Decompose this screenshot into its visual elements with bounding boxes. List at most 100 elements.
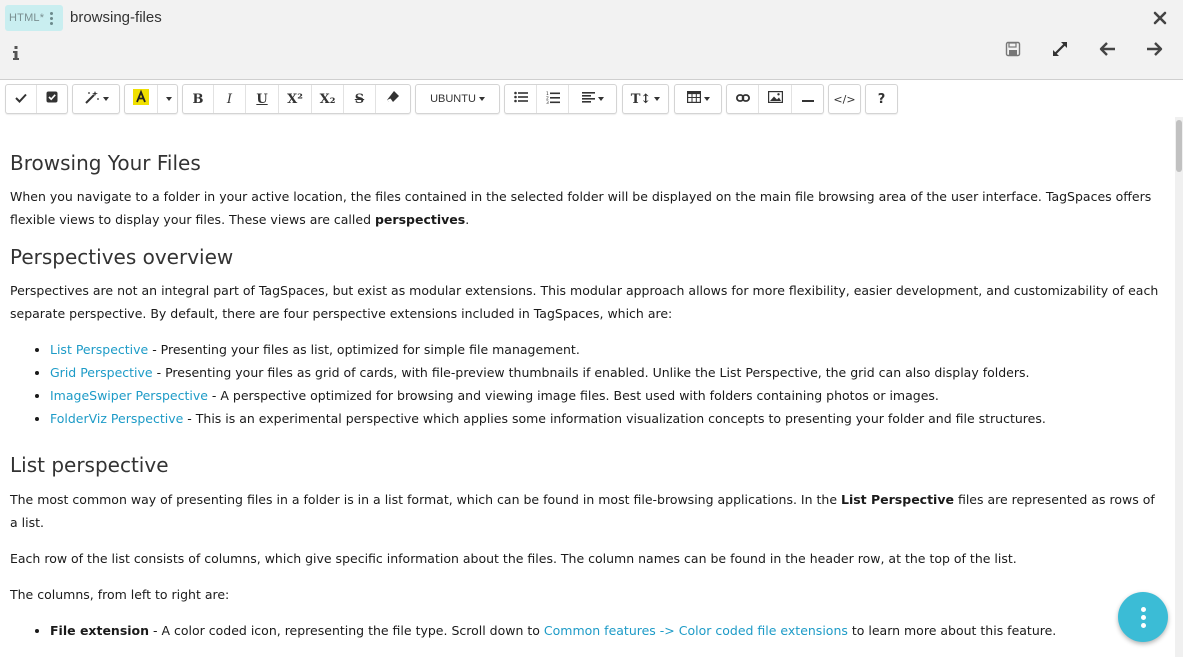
horizontal-rule-icon	[801, 92, 814, 107]
insert-image-button[interactable]	[759, 85, 792, 113]
paragraph-list-format-text: The most common way of presenting files …	[10, 492, 841, 507]
toolbar-group-font: UBUNTU	[415, 84, 500, 114]
highlight-button[interactable]	[125, 85, 158, 113]
paragraph-intro-text: When you navigate to a folder in your ac…	[10, 189, 1152, 227]
magic-wand-icon	[84, 90, 100, 108]
file-extension-bold: File extension	[50, 623, 150, 638]
more-vert-icon	[1140, 606, 1146, 612]
align-icon	[581, 91, 595, 107]
save-button[interactable]	[1001, 40, 1025, 62]
fullscreen-button[interactable]	[1048, 40, 1072, 62]
chevron-down-icon	[597, 97, 604, 101]
list-item: List Perspective - Presenting your files…	[50, 338, 1165, 361]
columns-list: File extension - A color coded icon, rep…	[10, 619, 1165, 642]
toolbar-group-style	[72, 84, 120, 114]
list-item-text: - Presenting your files as list, optimiz…	[148, 342, 580, 357]
floating-action-button[interactable]	[1118, 592, 1168, 642]
bullet-list-icon	[513, 91, 528, 107]
chevron-down-icon	[166, 97, 172, 101]
chevron-down-icon	[703, 97, 710, 101]
paragraph-columns: Each row of the list consists of columns…	[10, 551, 1017, 566]
toolbar-group-format: B I U X² X₂ S	[182, 84, 411, 114]
link-imageswiper-perspective[interactable]: ImageSwiper Perspective	[50, 388, 208, 403]
file-extension-badge[interactable]: HTML*	[5, 5, 63, 31]
checkbox-icon	[46, 91, 58, 107]
list-perspective-bold: List Perspective	[840, 492, 954, 507]
italic-button[interactable]: I	[214, 85, 246, 113]
underline-button[interactable]: U	[246, 85, 279, 113]
list-item-text: - This is an experimental perspective wh…	[183, 411, 1046, 426]
list-item-end: to learn more about this feature.	[847, 623, 1057, 638]
bold-button[interactable]: B	[183, 85, 214, 113]
table-dropdown[interactable]	[675, 85, 721, 113]
paragraph-columns-intro: The columns, from left to right are:	[10, 587, 230, 602]
bullet-list-button[interactable]	[505, 85, 537, 113]
previous-file-button[interactable]	[1096, 40, 1120, 62]
next-file-button[interactable]	[1142, 40, 1166, 62]
link-folderviz-perspective[interactable]: FolderViz Perspective	[50, 411, 183, 426]
scrollbar[interactable]	[1175, 117, 1183, 657]
list-item-text: - A color coded icon, representing the f…	[149, 623, 544, 638]
save-icon	[1005, 41, 1021, 61]
chevron-down-icon	[654, 97, 661, 101]
highlight-color-dropdown[interactable]	[158, 85, 177, 113]
list-item-text: - A perspective optimized for browsing a…	[207, 388, 939, 403]
chevron-down-icon	[102, 97, 109, 101]
svg-text:3: 3	[546, 100, 549, 104]
link-list-perspective[interactable]: List Perspective	[50, 342, 148, 357]
list-item: File extension - A color coded icon, rep…	[50, 619, 1165, 642]
close-icon[interactable]	[1151, 9, 1169, 27]
table-icon	[686, 91, 701, 107]
link-icon	[735, 92, 750, 107]
toolbar-group-size: T↕	[622, 84, 669, 114]
font-family-dropdown[interactable]: UBUNTU	[416, 85, 499, 113]
check-icon	[15, 92, 27, 107]
checkbox-button[interactable]	[37, 85, 67, 113]
style-dropdown-button[interactable]	[73, 85, 119, 113]
font-family-label: UBUNTU	[430, 93, 476, 105]
list-item: FolderViz Perspective - This is an exper…	[50, 407, 1165, 430]
highlight-icon	[133, 89, 149, 109]
toolbar-group-color	[124, 84, 178, 114]
info-icon[interactable]	[11, 44, 21, 62]
perspectives-list: List Perspective - Presenting your files…	[10, 338, 1165, 430]
list-item-text: - Presenting your files as grid of cards…	[152, 365, 1030, 380]
editor-toolbar: B I U X² X₂ S UBUNTU 123 T↕ </> ?	[0, 81, 1183, 117]
heading-browsing-your-files: Browsing Your Files	[10, 151, 201, 175]
help-button[interactable]: ?	[866, 85, 897, 113]
toolbar-group-table	[674, 84, 722, 114]
paragraph-list-format: The most common way of presenting files …	[10, 488, 1165, 534]
superscript-button[interactable]: X²	[279, 85, 312, 113]
subscript-button[interactable]: X₂	[312, 85, 344, 113]
paragraph-intro: When you navigate to a folder in your ac…	[10, 185, 1165, 231]
numbered-list-button[interactable]: 123	[537, 85, 569, 113]
check-button[interactable]	[6, 85, 37, 113]
toolbar-group-paragraph: 123	[504, 84, 617, 114]
heading-perspectives-overview: Perspectives overview	[10, 245, 234, 269]
strikethrough-button[interactable]: S	[344, 85, 376, 113]
horizontal-rule-button[interactable]	[792, 85, 823, 113]
code-view-button[interactable]: </>	[829, 85, 860, 113]
paragraph-perspectives: Perspectives are not an integral part of…	[10, 283, 1159, 321]
clear-format-button[interactable]	[376, 85, 410, 113]
scrollbar-thumb[interactable]	[1176, 120, 1182, 172]
link-grid-perspective[interactable]: Grid Perspective	[50, 365, 153, 380]
fullscreen-icon	[1052, 41, 1068, 61]
link-color-coded-extensions[interactable]: Common features -> Color coded file exte…	[544, 623, 848, 638]
list-item: ImageSwiper Perspective - A perspective …	[50, 384, 1165, 407]
file-name: browsing-files	[70, 9, 162, 26]
eraser-icon	[386, 90, 400, 108]
align-dropdown[interactable]	[569, 85, 616, 113]
more-vert-icon[interactable]	[50, 11, 54, 25]
document-content[interactable]: Browsing Your Files When you navigate to…	[0, 117, 1175, 657]
toolbar-group-help: ?	[865, 84, 898, 114]
text-size-icon: T↕	[630, 91, 652, 107]
toolbar-group-insert	[726, 84, 824, 114]
text-size-dropdown[interactable]: T↕	[623, 85, 668, 113]
toolbar-group-code: </>	[828, 84, 861, 114]
perspectives-bold: perspectives	[374, 212, 466, 227]
arrow-left-icon	[1099, 41, 1117, 61]
paragraph-intro-end: .	[465, 212, 470, 227]
insert-link-button[interactable]	[727, 85, 759, 113]
arrow-right-icon	[1145, 41, 1163, 61]
